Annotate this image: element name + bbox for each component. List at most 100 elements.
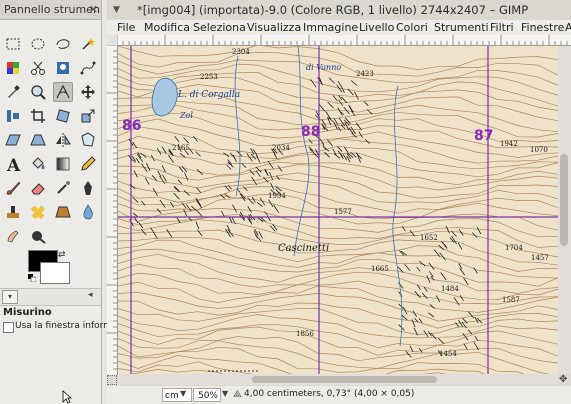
measure-icon[interactable] <box>53 82 73 102</box>
move-icon[interactable] <box>78 82 98 102</box>
tool-options-title: Misurino <box>3 307 52 318</box>
map-label: 1856 <box>296 330 314 338</box>
shear-icon[interactable] <box>3 130 23 150</box>
align-icon[interactable] <box>3 106 23 126</box>
map-label: 2304 <box>232 48 250 56</box>
scale-icon[interactable] <box>78 106 98 126</box>
map-label: 2165 <box>172 144 190 152</box>
blend-icon[interactable] <box>53 154 73 174</box>
image-window: ▼ *[img004] (importata)-9.0 (Colore RGB,… <box>107 0 571 404</box>
background-color-swatch[interactable] <box>40 262 70 284</box>
map-label: 1587 <box>502 296 520 304</box>
vertical-ruler[interactable] <box>107 45 118 375</box>
chevron-down-icon[interactable]: ▼ <box>222 389 228 398</box>
color-select-icon[interactable] <box>3 58 23 78</box>
ellipse-select-icon[interactable] <box>28 34 48 54</box>
menu-colors[interactable]: Colori <box>396 21 428 34</box>
unit-select[interactable]: cm <box>162 388 192 402</box>
measure-status-icon: ⟁ <box>233 389 242 400</box>
window-title: *[img004] (importata)-9.0 (Colore RGB, 1… <box>137 3 529 17</box>
perspective-icon[interactable] <box>28 130 48 150</box>
pencil-icon[interactable] <box>78 154 98 174</box>
grid-number: 88 <box>301 124 320 140</box>
map-label: 1484 <box>441 285 459 293</box>
crop-icon[interactable] <box>28 106 48 126</box>
bucket-fill-icon[interactable] <box>28 154 48 174</box>
smudge-icon[interactable] <box>3 226 23 246</box>
menu-filters[interactable]: Filtri <box>490 21 514 34</box>
map-label: di Vanno <box>306 63 341 72</box>
close-icon[interactable]: ✕ <box>89 3 98 16</box>
ruler-corner[interactable] <box>107 35 117 45</box>
toolbox-panel: Pannello strumen ✕ A ⇄ ▾ ◂ Misurino Usa … <box>0 0 117 404</box>
airbrush-icon[interactable] <box>53 178 73 198</box>
menu-help[interactable]: A <box>565 21 571 34</box>
toolbox-title: Pannello strumen ✕ <box>0 0 101 20</box>
map-label-lake: L. di Corgalla <box>177 90 240 100</box>
swap-colors-icon[interactable]: ⇄ <box>58 250 68 260</box>
svg-text:A: A <box>6 156 21 173</box>
horizontal-ruler[interactable] <box>117 35 571 46</box>
dock-config-icon[interactable]: ▾ <box>2 290 18 304</box>
menu-layer[interactable]: Livello <box>359 21 394 34</box>
grid-number: 87 <box>474 128 493 144</box>
map-label: 2034 <box>272 144 290 152</box>
window-titlebar: ▼ *[img004] (importata)-9.0 (Colore RGB,… <box>107 0 571 21</box>
text-icon[interactable]: A <box>3 154 23 174</box>
foreground-select-icon[interactable] <box>53 58 73 78</box>
menu-image[interactable]: Immagine <box>303 21 358 34</box>
map-label: 2423 <box>356 70 374 78</box>
tool-options-area <box>0 334 101 404</box>
menu-file[interactable]: File <box>117 21 135 34</box>
toolbox-title-text: Pannello strumen <box>4 3 100 16</box>
reset-colors-icon[interactable] <box>28 274 36 282</box>
heal-icon[interactable] <box>28 202 48 222</box>
dodge-burn-icon[interactable] <box>28 226 48 246</box>
menu-windows[interactable]: Finestre <box>521 21 564 34</box>
info-window-checkbox[interactable] <box>3 322 14 333</box>
scissors-icon[interactable] <box>28 58 48 78</box>
map-label: 1457 <box>531 254 549 262</box>
vertical-scroll-thumb[interactable] <box>560 154 568 246</box>
eraser-icon[interactable] <box>28 178 48 198</box>
flip-icon[interactable] <box>53 130 73 150</box>
dock-menu-icon[interactable]: ◂ <box>88 290 93 300</box>
navigate-icon[interactable]: ✥ <box>559 374 571 386</box>
horizontal-scroll-thumb[interactable] <box>252 376 437 383</box>
clone-icon[interactable] <box>3 202 23 222</box>
status-bar: cm ▼ 50% ▼ ⟁ 4,00 centimeters, 0,73° (4,… <box>107 386 571 404</box>
zoom-icon[interactable] <box>28 82 48 102</box>
window-menu-icon[interactable]: ▼ <box>113 5 120 15</box>
vertical-scrollbar[interactable] <box>558 46 571 374</box>
rect-select-icon[interactable] <box>3 34 23 54</box>
image-canvas[interactable]: L. di Corgalla Zol 2304 2253 2165 2034 1… <box>118 46 558 374</box>
menu-select[interactable]: Seleziona <box>193 21 246 34</box>
grid-number: 86 <box>122 118 141 134</box>
menu-edit[interactable]: Modifica <box>144 21 190 34</box>
ink-icon[interactable] <box>78 178 98 198</box>
menu-tools[interactable]: Strumenti <box>434 21 489 34</box>
free-select-icon[interactable] <box>53 34 73 54</box>
chevron-down-icon[interactable]: ▼ <box>180 389 186 398</box>
map-label: 1070 <box>530 146 548 154</box>
map-label: 1577 <box>334 208 352 216</box>
map-label: 1454 <box>439 350 457 358</box>
status-text: 4,00 centimeters, 0,73° (4,00 × 0,05) <box>244 389 415 399</box>
paintbrush-icon[interactable] <box>3 178 23 198</box>
map-label-place: Cascinetti <box>278 243 329 254</box>
transform-icon[interactable] <box>53 106 73 126</box>
fuzzy-select-icon[interactable] <box>78 34 98 54</box>
map-label: 1652 <box>420 234 438 242</box>
quick-mask-toggle[interactable] <box>107 375 117 385</box>
color-picker-icon[interactable] <box>3 82 23 102</box>
info-window-checkbox-label: Usa la finestra informa <box>15 321 118 331</box>
perspective-clone-icon[interactable] <box>53 202 73 222</box>
map-label: 1665 <box>371 265 389 273</box>
horizontal-scrollbar[interactable] <box>118 374 558 385</box>
paths-icon[interactable] <box>78 58 98 78</box>
zoom-select[interactable]: 50% <box>193 388 221 402</box>
blur-icon[interactable] <box>78 202 98 222</box>
cage-icon[interactable] <box>78 130 98 150</box>
menu-view[interactable]: Visualizza <box>247 21 301 34</box>
menu-bar: File Modifica Seleziona Visualizza Immag… <box>107 20 571 35</box>
